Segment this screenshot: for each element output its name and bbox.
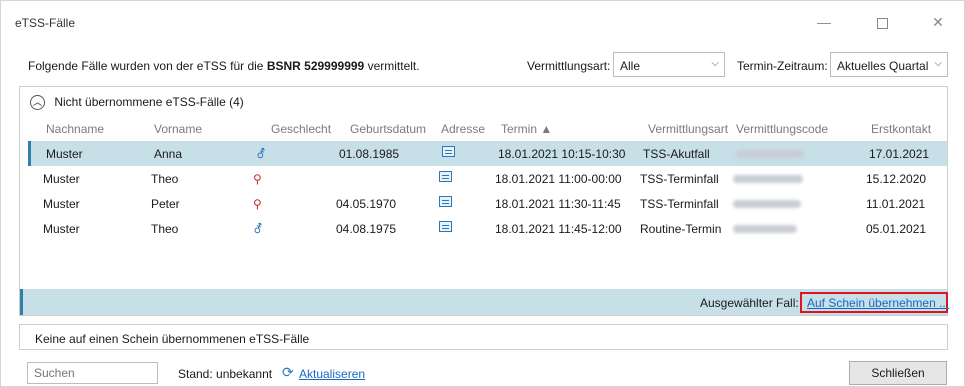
col-geschlecht[interactable]: Geschlecht — [271, 122, 331, 136]
cell-vermittlungsart: TSS-Terminfall — [640, 197, 719, 211]
redacted-code — [736, 150, 804, 158]
stand-status: Stand: unbekannt — [178, 367, 273, 381]
cell-termin: 18.01.2021 11:30-11:45 — [495, 197, 621, 211]
table-row[interactable]: Muster Peter ⚲ 04.05.1970 18.01.2021 11:… — [28, 191, 947, 216]
minimize-button[interactable]: — — [809, 9, 839, 35]
cell-termin: 18.01.2021 11:45-12:00 — [495, 222, 622, 236]
female-icon: ⚲ — [253, 172, 262, 186]
info-prefix: Folgende Fälle wurden von der eTSS für d… — [28, 59, 264, 73]
col-vorname[interactable]: Vorname — [154, 122, 202, 136]
zeitraum-label: Termin-Zeitraum: — [737, 59, 828, 73]
cell-vermittlungsart: TSS-Akutfall — [643, 147, 710, 161]
cell-geburtsdatum: 04.05.1970 — [336, 197, 397, 211]
close-window-button[interactable]: ✕ — [923, 9, 953, 35]
address-card-icon[interactable] — [439, 196, 452, 207]
cell-termin: 18.01.2021 11:00-00:00 — [495, 172, 622, 186]
collapse-icon[interactable]: ︿ — [30, 95, 45, 111]
redacted-code — [733, 175, 803, 183]
cell-geburtsdatum: 01.08.1985 — [339, 147, 400, 161]
adopted-cases-text: Keine auf einen Schein übernommenen eTSS… — [35, 332, 310, 346]
cell-nachname: Muster — [43, 222, 80, 236]
female-icon: ⚲ — [253, 197, 262, 211]
search-input[interactable] — [27, 362, 158, 384]
col-termin[interactable]: Termin ▲ — [501, 122, 552, 136]
vermittlungsart-select[interactable]: Alle ⌵ — [613, 52, 725, 77]
male-icon: ⚦ — [256, 147, 267, 161]
address-card-icon[interactable] — [442, 146, 455, 157]
cell-termin: 18.01.2021 10:15-10:30 — [498, 147, 626, 161]
address-card-icon[interactable] — [439, 221, 452, 232]
apply-to-schein-link[interactable]: Auf Schein übernehmen ... — [807, 296, 949, 310]
col-vermittlungsart[interactable]: Vermittlungsart — [648, 122, 728, 136]
table-row[interactable]: Muster Theo ⚲ 18.01.2021 11:00-00:00 TSS… — [28, 166, 947, 191]
col-adresse[interactable]: Adresse — [441, 122, 485, 136]
zeitraum-value: Aktuelles Quartal — [837, 59, 929, 73]
cell-vermittlungsart: TSS-Terminfall — [640, 172, 719, 186]
pending-cases-panel: ︿ Nicht übernommene eTSS-Fälle (4) Nachn… — [19, 86, 949, 316]
cell-geburtsdatum: 04.08.1975 — [336, 222, 397, 236]
info-bsnr: BSNR 529999999 — [266, 59, 365, 73]
col-nachname[interactable]: Nachname — [46, 122, 104, 136]
maximize-icon — [876, 17, 888, 29]
cell-erstkontakt: 15.12.2020 — [866, 172, 927, 186]
redacted-code — [733, 225, 797, 233]
close-button[interactable]: Schließen — [849, 361, 947, 385]
col-vermittlungscode[interactable]: Vermittlungscode — [736, 122, 828, 136]
vermittlungsart-value: Alle — [620, 59, 641, 73]
panel-header-label: Nicht übernommene eTSS-Fälle (4) — [54, 95, 244, 109]
info-text: Folgende Fälle wurden von der eTSS für d… — [28, 59, 420, 73]
panel-header[interactable]: ︿ Nicht übernommene eTSS-Fälle (4) — [30, 95, 244, 111]
adopted-cases-panel[interactable]: Keine auf einen Schein übernommenen eTSS… — [19, 324, 948, 350]
cell-nachname: Muster — [43, 197, 80, 211]
selection-status-bar: Ausgewählter Fall: Auf Schein übernehmen… — [20, 289, 949, 315]
cell-erstkontakt: 11.01.2021 — [866, 197, 926, 211]
selected-case-label: Ausgewählter Fall: — [700, 296, 799, 310]
window-title: eTSS-Fälle — [15, 16, 76, 30]
cell-vorname: Theo — [151, 222, 179, 236]
table-row[interactable]: Muster Theo ⚦ 04.08.1975 18.01.2021 11:4… — [28, 216, 947, 241]
cell-erstkontakt: 17.01.2021 — [869, 147, 930, 161]
zeitraum-select[interactable]: Aktuelles Quartal ⌵ — [830, 52, 948, 77]
cell-nachname: Muster — [43, 172, 80, 186]
table-row[interactable]: Muster Anna ⚦ 01.08.1985 18.01.2021 10:1… — [28, 141, 947, 166]
cell-erstkontakt: 05.01.2021 — [866, 222, 927, 236]
etss-dialog: eTSS-Fälle — ✕ Folgende Fälle wurden von… — [0, 0, 965, 387]
refresh-link[interactable]: Aktualiseren — [299, 367, 365, 381]
chevron-down-icon: ⌵ — [934, 58, 942, 69]
male-icon: ⚦ — [253, 222, 264, 236]
chevron-down-icon: ⌵ — [711, 58, 719, 69]
cell-vorname: Peter — [151, 197, 180, 211]
redacted-code — [733, 200, 801, 208]
address-card-icon[interactable] — [439, 171, 452, 182]
cell-nachname: Muster — [46, 147, 83, 161]
cell-vorname: Anna — [154, 147, 183, 161]
col-geburtsdatum[interactable]: Geburtsdatum — [350, 122, 426, 136]
refresh-icon[interactable]: ⟳ — [282, 364, 294, 381]
title-bar: eTSS-Fälle — ✕ — [1, 1, 964, 41]
col-erstkontakt[interactable]: Erstkontakt — [871, 122, 931, 136]
cell-vermittlungsart: Routine-Termin — [640, 222, 722, 236]
highlight-box: Auf Schein übernehmen ... — [800, 292, 949, 313]
vermittlungsart-label: Vermittlungsart: — [527, 59, 611, 73]
cell-vorname: Theo — [151, 172, 179, 186]
info-suffix: vermittelt. — [367, 59, 420, 73]
maximize-button[interactable] — [867, 9, 897, 35]
